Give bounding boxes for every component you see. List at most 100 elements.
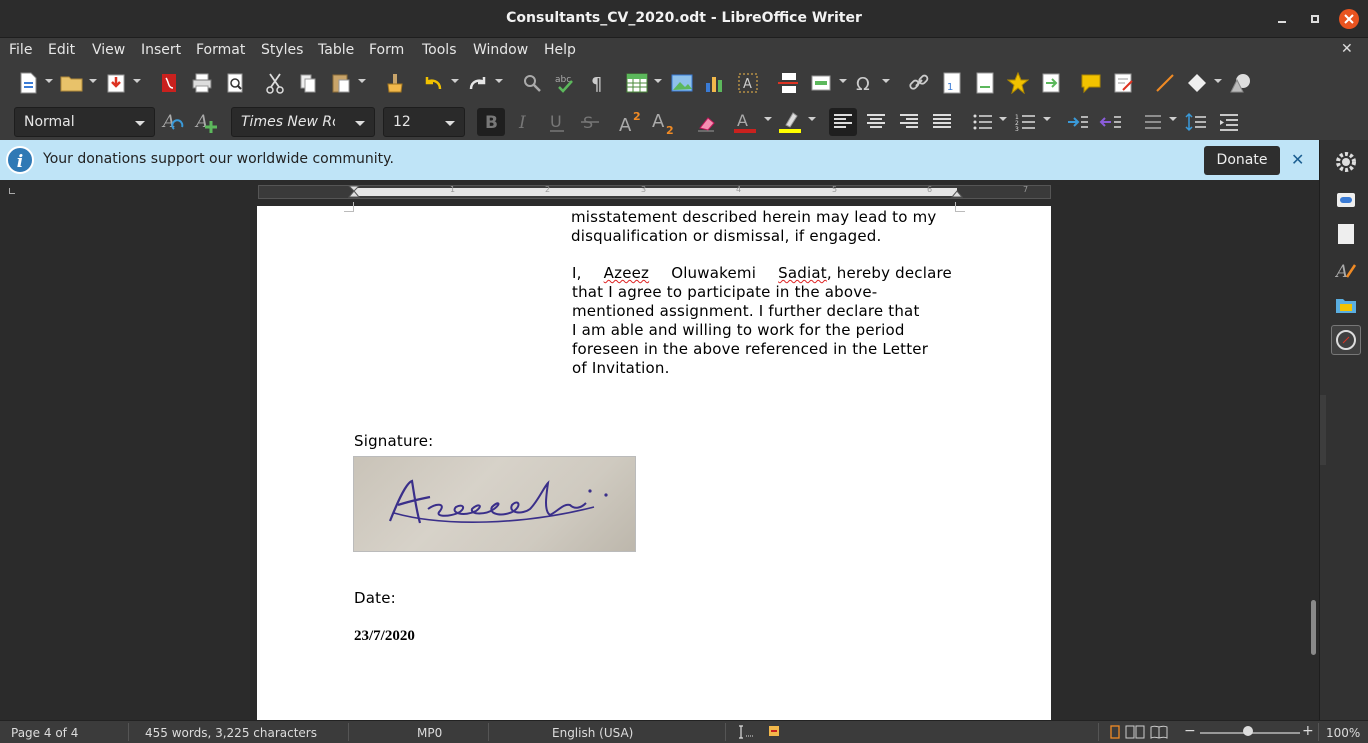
save-dropdown-icon[interactable] <box>133 79 141 83</box>
cut-icon[interactable] <box>263 71 287 95</box>
paste-dropdown-icon[interactable] <box>358 79 366 83</box>
superscript-button[interactable]: A2 <box>617 108 645 136</box>
insert-footnote-icon[interactable]: 1 <box>940 71 964 95</box>
table-dropdown-icon[interactable] <box>654 79 662 83</box>
spelling-icon[interactable]: abc <box>553 71 577 95</box>
print-preview-icon[interactable] <box>223 71 247 95</box>
clone-formatting-icon[interactable] <box>383 71 407 95</box>
shapes-dropdown-icon[interactable] <box>1214 79 1222 83</box>
copy-icon[interactable] <box>296 71 320 95</box>
new-dropdown-icon[interactable] <box>45 79 53 83</box>
new-style-icon[interactable]: A <box>193 108 221 136</box>
insert-mode-icon[interactable] <box>737 724 755 743</box>
menu-format[interactable]: Format <box>196 42 245 58</box>
hanging-indent-icon[interactable] <box>1215 108 1243 136</box>
text-language[interactable]: English (USA) <box>552 726 633 740</box>
decrease-indent-icon[interactable] <box>1097 108 1125 136</box>
menu-tools[interactable]: Tools <box>422 42 457 58</box>
highlight-dropdown-icon[interactable] <box>808 117 816 121</box>
paste-icon[interactable] <box>329 71 353 95</box>
book-view-icon[interactable] <box>1150 725 1168 742</box>
line-spacing-icon[interactable] <box>1139 108 1167 136</box>
menu-help[interactable]: Help <box>544 42 576 58</box>
sidebar-collapse-handle[interactable] <box>1320 395 1326 465</box>
bulleted-list-icon[interactable] <box>969 108 997 136</box>
open-folder-icon[interactable] <box>60 71 84 95</box>
zoom-out-icon[interactable]: − <box>1184 723 1196 739</box>
strikethrough-button[interactable]: S <box>576 108 604 136</box>
insert-image-icon[interactable] <box>670 71 694 95</box>
special-char-dropdown-icon[interactable] <box>882 79 890 83</box>
undo-dropdown-icon[interactable] <box>451 79 459 83</box>
scrollbar-thumb[interactable] <box>1311 600 1316 655</box>
multi-page-view-icon[interactable] <box>1125 725 1145 742</box>
close-window-button[interactable] <box>1339 9 1359 29</box>
insert-line-icon[interactable] <box>1153 71 1177 95</box>
menu-form[interactable]: Form <box>369 42 404 58</box>
sidebar-properties-icon[interactable] <box>1334 188 1358 212</box>
align-left-button[interactable] <box>829 108 857 136</box>
insert-endnote-icon[interactable] <box>973 71 997 95</box>
insert-cross-reference-icon[interactable] <box>1039 71 1063 95</box>
insert-bookmark-icon[interactable] <box>1006 71 1030 95</box>
print-icon[interactable] <box>190 71 214 95</box>
find-replace-icon[interactable] <box>520 71 544 95</box>
page-count[interactable]: Page 4 of 4 <box>11 726 78 740</box>
sidebar-page-icon[interactable] <box>1334 222 1358 246</box>
page-style[interactable]: MP0 <box>417 726 442 740</box>
menu-edit[interactable]: Edit <box>48 42 75 58</box>
insert-table-icon[interactable] <box>625 71 649 95</box>
sidebar-navigator-compass-icon[interactable] <box>1331 325 1361 355</box>
align-right-button[interactable] <box>895 108 923 136</box>
sidebar-styles-icon[interactable]: A <box>1334 258 1358 282</box>
numbered-list-icon[interactable]: 123 <box>1012 108 1040 136</box>
track-changes-icon[interactable] <box>1112 71 1136 95</box>
donate-button[interactable]: Donate <box>1204 146 1280 175</box>
paragraph-spacing-icon[interactable] <box>1182 108 1210 136</box>
right-indent-marker-icon[interactable] <box>951 186 963 198</box>
insert-comment-icon[interactable] <box>1079 71 1103 95</box>
font-color-dropdown-icon[interactable] <box>764 117 772 121</box>
left-indent-marker-icon[interactable] <box>348 186 360 198</box>
bullets-dropdown-icon[interactable] <box>999 117 1007 121</box>
sidebar-settings-gear-icon[interactable] <box>1334 150 1358 174</box>
export-pdf-icon[interactable] <box>157 71 181 95</box>
field-dropdown-icon[interactable] <box>839 79 847 83</box>
special-character-icon[interactable]: Ω <box>853 71 877 95</box>
document-page[interactable]: misstatement described herein may lead t… <box>257 202 1051 720</box>
update-style-icon[interactable]: A <box>160 108 188 136</box>
minimize-button[interactable] <box>1272 9 1292 29</box>
menu-file[interactable]: File <box>9 42 32 58</box>
zoom-slider-knob[interactable] <box>1243 726 1253 736</box>
font-color-icon[interactable]: A <box>731 108 759 136</box>
insert-hyperlink-icon[interactable] <box>907 71 931 95</box>
paragraph-style-combo[interactable]: Normal <box>14 107 155 137</box>
italic-button[interactable]: I <box>510 108 538 136</box>
align-center-button[interactable] <box>862 108 890 136</box>
single-page-view-icon[interactable] <box>1109 725 1121 742</box>
horizontal-ruler[interactable]: 1 2 3 4 5 6 7 <box>258 185 1051 199</box>
line-spacing-dropdown-icon[interactable] <box>1169 117 1177 121</box>
zoom-in-icon[interactable]: + <box>1302 723 1314 739</box>
maximize-button[interactable] <box>1305 9 1325 29</box>
font-name-combo[interactable]: Times New Roman <box>231 107 375 137</box>
highlight-color-icon[interactable] <box>776 108 804 136</box>
zoom-level[interactable]: 100% <box>1326 726 1360 740</box>
formatting-marks-icon[interactable]: ¶ <box>586 71 610 95</box>
font-size-combo[interactable]: 12 <box>383 107 465 137</box>
signature-image[interactable] <box>353 456 636 552</box>
insert-textbox-icon[interactable]: A <box>736 71 760 95</box>
menu-styles[interactable]: Styles <box>261 42 303 58</box>
insert-chart-icon[interactable] <box>703 71 727 95</box>
close-infobar-icon[interactable]: ✕ <box>1291 150 1304 169</box>
redo-dropdown-icon[interactable] <box>495 79 503 83</box>
underline-button[interactable]: U <box>543 108 571 136</box>
save-icon[interactable] <box>104 71 128 95</box>
document-modified-icon[interactable] <box>767 724 781 741</box>
numbering-dropdown-icon[interactable] <box>1043 117 1051 121</box>
increase-indent-icon[interactable] <box>1064 108 1092 136</box>
bold-button[interactable]: B <box>477 108 505 136</box>
justify-button[interactable] <box>928 108 956 136</box>
close-document-icon[interactable]: ✕ <box>1341 41 1353 57</box>
sidebar-gallery-icon[interactable] <box>1334 293 1358 317</box>
